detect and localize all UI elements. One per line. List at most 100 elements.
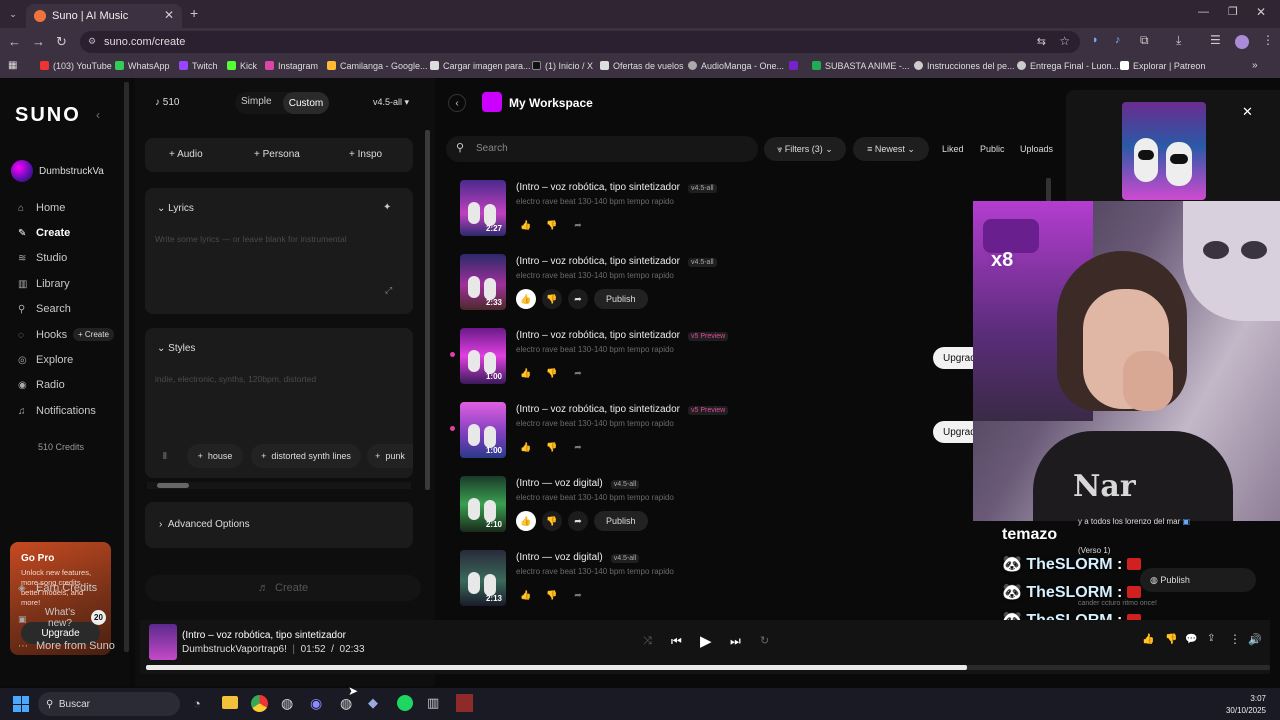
- steam-icon[interactable]: ◆: [368, 695, 378, 711]
- browser-menu-icon[interactable]: ⋮: [1262, 33, 1274, 47]
- lyrics-input[interactable]: Write some lyrics — or leave blank for i…: [155, 234, 395, 244]
- sidebar-item-library[interactable]: ▥ Library: [18, 278, 70, 290]
- collapse-sidebar-icon[interactable]: ‹: [96, 108, 100, 122]
- bookmark-item[interactable]: Explorar | Patreon: [1120, 61, 1205, 71]
- whats-new-link[interactable]: What's new?: [40, 607, 80, 629]
- share-icon[interactable]: ➦: [568, 437, 588, 457]
- more-options-icon[interactable]: ⋮: [1229, 632, 1241, 646]
- close-window-icon[interactable]: ✕: [1256, 5, 1266, 19]
- now-playing-title[interactable]: (Intro – voz robótica, tipo sintetizador: [182, 630, 346, 641]
- sidebar-item-hooks[interactable]: ◌ Hooks: [18, 329, 67, 341]
- song-title[interactable]: (Intro – voz robótica, tipo sintetizador…: [516, 182, 717, 193]
- dislike-icon[interactable]: 👎: [542, 215, 562, 235]
- share-icon[interactable]: ➦: [568, 289, 588, 309]
- apps-grid-icon[interactable]: ▦: [8, 60, 17, 71]
- now-playing-cover[interactable]: [149, 624, 177, 660]
- like-icon[interactable]: 👍: [516, 437, 536, 457]
- song-row[interactable]: 2:27 (Intro – voz robótica, tipo sinteti…: [460, 180, 1000, 240]
- song-row[interactable]: 2:10 (Intro — voz digital) v4.5-all elect…: [460, 476, 1000, 536]
- song-title[interactable]: (Intro – voz robótica, tipo sintetizador…: [516, 330, 729, 341]
- song-thumbnail[interactable]: 1:00: [460, 328, 506, 384]
- like-icon[interactable]: 👍: [516, 215, 536, 235]
- sidebar-item-explore[interactable]: ◎ Explore: [18, 354, 73, 366]
- back-icon[interactable]: ←: [8, 34, 21, 49]
- discord-icon[interactable]: ◉: [310, 695, 322, 712]
- bookmark-item[interactable]: AudioManga - One...: [688, 61, 784, 71]
- song-row[interactable]: 2:33 (Intro – voz robótica, tipo sinteti…: [460, 254, 1000, 314]
- taskbar-app-icon[interactable]: ◔: [193, 696, 201, 711]
- reload-icon[interactable]: ↻: [56, 34, 67, 50]
- mode-simple-tab[interactable]: Simple: [241, 96, 272, 107]
- workspace-title[interactable]: My Workspace: [509, 96, 593, 110]
- repeat-icon[interactable]: ↻: [760, 634, 769, 647]
- maximize-icon[interactable]: ❐: [1228, 5, 1238, 18]
- tags-scrollbar[interactable]: [147, 482, 411, 489]
- clock-time[interactable]: 3:07: [1226, 694, 1266, 703]
- extension-icon[interactable]: ◗: [1092, 34, 1099, 46]
- bookmark-item[interactable]: Camilanga - Google...: [327, 61, 428, 71]
- bookmark-item[interactable]: Instagram: [265, 61, 318, 71]
- share-icon[interactable]: ➦: [568, 215, 588, 235]
- sidebar-item-radio[interactable]: ◉ Radio: [18, 379, 65, 391]
- extensions-puzzle-icon[interactable]: ⧉: [1140, 33, 1149, 48]
- windows-start-icon[interactable]: [13, 696, 29, 712]
- song-row[interactable]: 1:00 (Intro – voz robótica, tipo sinteti…: [450, 328, 1000, 388]
- progress-track[interactable]: [146, 665, 1270, 670]
- song-title[interactable]: (Intro – voz robótica, tipo sintetizador…: [516, 404, 729, 415]
- dislike-icon[interactable]: 👎: [542, 511, 562, 531]
- sidebar-item-create[interactable]: ✎ Create: [18, 227, 70, 239]
- bookmark-star-icon[interactable]: ☆: [1059, 34, 1070, 48]
- new-tab-icon[interactable]: +: [190, 5, 198, 21]
- song-title[interactable]: (Intro – voz robótica, tipo sintetizador…: [516, 256, 717, 267]
- bookmark-item[interactable]: Cargar imagen para...: [430, 61, 531, 71]
- shuffle-icon[interactable]: ⤨: [643, 635, 652, 648]
- go-pro-card[interactable]: Go Pro Unlock new features, more song cr…: [10, 542, 111, 655]
- play-icon[interactable]: ▶: [700, 632, 712, 650]
- sidebar-scrollbar[interactable]: [124, 82, 129, 652]
- now-playing-artist[interactable]: DumbstruckVaportrap6!: [182, 644, 287, 655]
- dislike-icon[interactable]: 👎: [542, 437, 562, 457]
- comment-icon[interactable]: 💬: [1185, 634, 1197, 645]
- tab-liked[interactable]: Liked: [942, 144, 964, 154]
- filters-button[interactable]: ⩔ Filters (3) ⌄: [764, 137, 846, 161]
- model-selector[interactable]: v4.5-all ▾: [373, 97, 409, 108]
- bookmark-item[interactable]: Kick: [227, 61, 257, 71]
- add-inspo-button[interactable]: + Inspo: [349, 149, 382, 160]
- clock-date[interactable]: 30/10/2025: [1220, 706, 1266, 715]
- styles-header[interactable]: ⌄ Styles: [157, 343, 195, 354]
- like-icon[interactable]: 👍: [516, 363, 536, 383]
- forward-icon[interactable]: →: [32, 34, 45, 49]
- lyrics-header[interactable]: ⌄ Lyrics: [157, 203, 194, 214]
- suno-logo[interactable]: SUNO: [15, 104, 81, 127]
- more-bookmarks-icon[interactable]: »: [1252, 60, 1258, 71]
- like-icon[interactable]: 👍: [516, 585, 536, 605]
- song-thumbnail[interactable]: 2:13: [460, 550, 506, 606]
- resize-icon[interactable]: ⤢: [385, 285, 392, 296]
- song-row[interactable]: 1:00 (Intro – voz robótica, tipo sinteti…: [450, 402, 1000, 462]
- sidebar-item-more-from-suno[interactable]: ⋯ More from Suno: [18, 640, 115, 652]
- song-row[interactable]: 2:13 (Intro — voz digital) v4.5-all elect…: [460, 550, 1000, 610]
- obs-icon[interactable]: ◍: [281, 695, 293, 712]
- avatar[interactable]: [11, 160, 33, 182]
- bookmark-item[interactable]: Ofertas de vuelos: [600, 61, 684, 71]
- workspace-back-icon[interactable]: ‹: [448, 94, 466, 112]
- like-icon[interactable]: 👍: [516, 511, 536, 531]
- song-title[interactable]: (Intro — voz digital) v4.5-all: [516, 478, 640, 489]
- chrome-icon[interactable]: [251, 695, 268, 712]
- song-thumbnail[interactable]: 2:27: [460, 180, 506, 236]
- sidebar-item-notifications[interactable]: ♫ Notifications: [18, 405, 96, 417]
- hooks-create-badge[interactable]: + Create: [73, 328, 114, 341]
- next-icon[interactable]: ⏭: [730, 634, 741, 649]
- download-icon[interactable]: ⤓: [1176, 33, 1181, 48]
- advanced-options-toggle[interactable]: › Advanced Options: [159, 519, 250, 530]
- side-panel-icon[interactable]: ☰: [1210, 33, 1221, 47]
- publish-button[interactable]: ◍ Publish: [1140, 568, 1256, 592]
- translate-icon[interactable]: ⇆: [1037, 35, 1046, 48]
- browser-tab[interactable]: Suno | AI Music ✕: [26, 4, 182, 28]
- bookmark-item[interactable]: WhatsApp: [115, 61, 170, 71]
- styles-input[interactable]: indie, electronic, synths, 120bpm, disto…: [155, 374, 395, 384]
- bookmark-item[interactable]: (1) Inicio / X: [532, 61, 593, 71]
- song-title[interactable]: (Intro — voz digital) v4.5-all: [516, 552, 640, 563]
- audio-app-icon[interactable]: ▥: [427, 695, 439, 711]
- publish-button[interactable]: Publish: [594, 289, 648, 309]
